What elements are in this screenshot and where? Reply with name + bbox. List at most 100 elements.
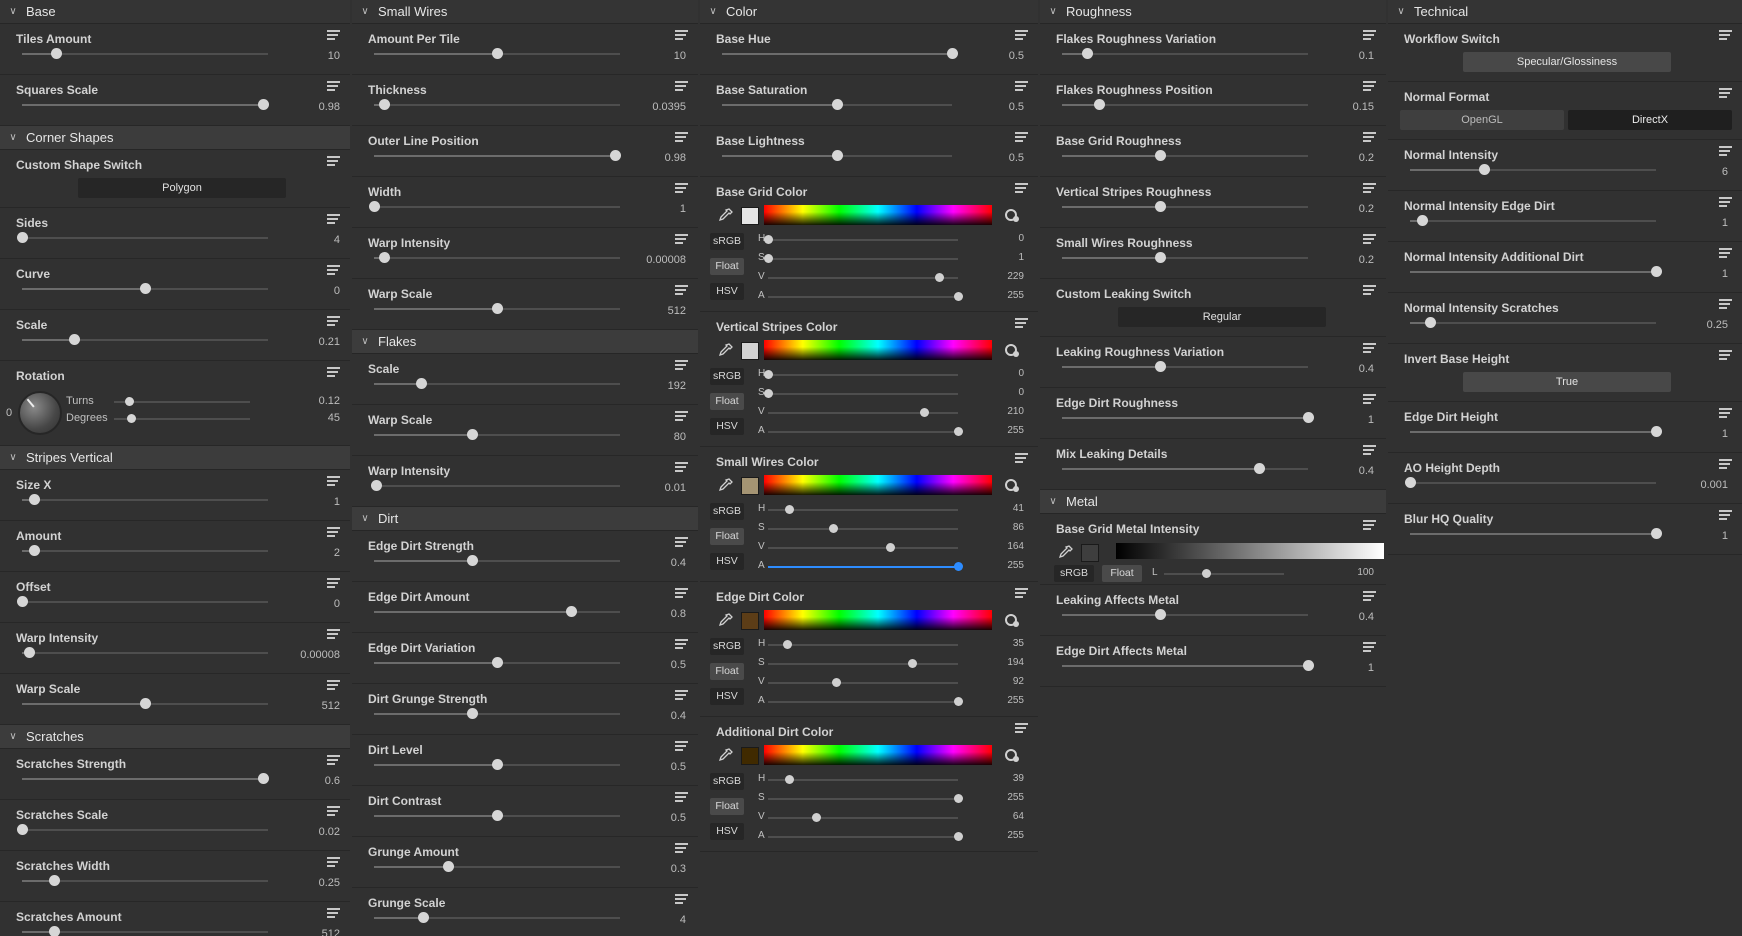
parameter-slider[interactable] bbox=[1405, 477, 1656, 488]
parameter-slider[interactable] bbox=[22, 698, 268, 709]
menu-icon[interactable] bbox=[1363, 520, 1376, 530]
menu-icon[interactable] bbox=[1363, 30, 1376, 40]
parameter-slider[interactable] bbox=[1062, 150, 1308, 161]
menu-icon[interactable] bbox=[675, 183, 688, 193]
chevron-down-icon[interactable]: ∨ bbox=[0, 6, 26, 17]
channel-l-slider[interactable] bbox=[1164, 569, 1284, 578]
section-header[interactable]: ∨ Color bbox=[700, 0, 1038, 24]
menu-icon[interactable] bbox=[327, 316, 340, 326]
slider-knob[interactable] bbox=[1651, 426, 1662, 437]
parameter-slider[interactable] bbox=[374, 429, 620, 440]
section-header[interactable]: ∨ Flakes bbox=[352, 330, 698, 354]
parameter-slider[interactable] bbox=[17, 824, 268, 835]
slider-knob[interactable] bbox=[565, 606, 577, 617]
mode-srgb-button[interactable]: sRGB bbox=[710, 638, 744, 655]
slider-knob[interactable] bbox=[378, 252, 390, 263]
slider-knob[interactable] bbox=[1093, 99, 1105, 110]
eyedropper-icon[interactable] bbox=[718, 342, 734, 358]
channel-h-slider[interactable] bbox=[768, 775, 958, 784]
channel-slider-knob[interactable] bbox=[783, 640, 792, 649]
chevron-down-icon[interactable]: ∨ bbox=[352, 336, 378, 347]
menu-icon[interactable] bbox=[1363, 285, 1376, 295]
section-header[interactable]: ∨ Scratches bbox=[0, 725, 350, 749]
section-header[interactable]: ∨ Stripes Vertical bbox=[0, 446, 350, 470]
parameter-slider[interactable] bbox=[1062, 252, 1308, 263]
menu-icon[interactable] bbox=[1015, 81, 1028, 91]
channel-s-slider[interactable] bbox=[768, 524, 958, 533]
menu-icon[interactable] bbox=[1719, 299, 1732, 309]
slider-knob[interactable] bbox=[1405, 477, 1416, 488]
color-swatch[interactable] bbox=[1081, 544, 1099, 562]
channel-slider-knob[interactable] bbox=[954, 832, 963, 841]
slider-knob[interactable] bbox=[68, 334, 80, 345]
channel-slider-knob[interactable] bbox=[954, 292, 963, 301]
menu-icon[interactable] bbox=[327, 755, 340, 765]
degrees-slider-knob[interactable] bbox=[126, 414, 136, 423]
channel-slider-knob[interactable] bbox=[811, 813, 821, 822]
channel-slider-knob[interactable] bbox=[784, 505, 794, 514]
menu-icon[interactable] bbox=[327, 857, 340, 867]
slider-knob[interactable] bbox=[51, 48, 63, 59]
slider-knob[interactable] bbox=[1303, 660, 1314, 671]
channel-slider-knob[interactable] bbox=[935, 273, 944, 282]
parameter-slider[interactable] bbox=[22, 99, 270, 110]
slider-knob[interactable] bbox=[1155, 361, 1167, 372]
reset-color-icon[interactable] bbox=[1004, 342, 1020, 358]
mode-float-button[interactable]: Float bbox=[710, 663, 744, 680]
menu-icon[interactable] bbox=[675, 843, 688, 853]
mode-hsv-button[interactable]: HSV bbox=[710, 553, 744, 570]
menu-icon[interactable] bbox=[1363, 394, 1376, 404]
slider-knob[interactable] bbox=[467, 429, 479, 440]
menu-icon[interactable] bbox=[675, 894, 688, 904]
menu-icon[interactable] bbox=[327, 578, 340, 588]
parameter-slider[interactable] bbox=[1062, 463, 1308, 474]
menu-icon[interactable] bbox=[327, 527, 340, 537]
channel-slider-knob[interactable] bbox=[1202, 569, 1211, 578]
slider-knob[interactable] bbox=[1417, 215, 1429, 226]
reset-color-icon[interactable] bbox=[1004, 612, 1020, 628]
menu-icon[interactable] bbox=[1363, 591, 1376, 601]
parameter-slider[interactable] bbox=[1062, 660, 1314, 671]
slider-knob[interactable] bbox=[140, 698, 151, 709]
slider-knob[interactable] bbox=[29, 545, 41, 556]
slider-knob[interactable] bbox=[48, 926, 60, 936]
channel-slider-knob[interactable] bbox=[764, 235, 773, 244]
parameter-slider[interactable] bbox=[22, 545, 268, 556]
chevron-down-icon[interactable]: ∨ bbox=[1388, 6, 1414, 17]
menu-icon[interactable] bbox=[1363, 642, 1376, 652]
parameter-slider[interactable] bbox=[1062, 361, 1308, 372]
channel-slider-knob[interactable] bbox=[828, 524, 838, 533]
channel-a-slider[interactable] bbox=[768, 562, 963, 571]
slider-knob[interactable] bbox=[1424, 317, 1436, 328]
mode-hsv-button[interactable]: HSV bbox=[710, 823, 744, 840]
menu-icon[interactable] bbox=[1363, 183, 1376, 193]
menu-icon[interactable] bbox=[675, 690, 688, 700]
menu-icon[interactable] bbox=[1719, 459, 1732, 469]
color-swatch[interactable] bbox=[741, 342, 759, 360]
channel-a-slider[interactable] bbox=[768, 427, 963, 436]
parameter-slider[interactable] bbox=[1410, 266, 1662, 277]
menu-icon[interactable] bbox=[327, 680, 340, 690]
parameter-slider[interactable] bbox=[1410, 426, 1662, 437]
slider-knob[interactable] bbox=[1303, 412, 1314, 423]
parameter-slider[interactable] bbox=[1062, 412, 1314, 423]
slider-knob[interactable] bbox=[492, 303, 503, 314]
slider-knob[interactable] bbox=[24, 647, 36, 658]
parameter-slider[interactable] bbox=[22, 926, 268, 936]
eyedropper-icon[interactable] bbox=[718, 747, 734, 763]
chevron-down-icon[interactable]: ∨ bbox=[352, 513, 378, 524]
channel-s-slider[interactable] bbox=[768, 659, 958, 668]
channel-v-slider[interactable] bbox=[768, 408, 958, 417]
color-spectrum[interactable] bbox=[764, 610, 992, 630]
mode-float-button[interactable]: Float bbox=[710, 393, 744, 410]
menu-icon[interactable] bbox=[327, 156, 340, 166]
parameter-slider[interactable] bbox=[1062, 48, 1308, 59]
menu-icon[interactable] bbox=[1015, 318, 1028, 328]
slider-knob[interactable] bbox=[17, 824, 28, 835]
menu-icon[interactable] bbox=[1015, 453, 1028, 463]
parameter-slider[interactable] bbox=[722, 48, 958, 59]
rotation-dial[interactable] bbox=[18, 391, 62, 435]
chevron-down-icon[interactable]: ∨ bbox=[0, 731, 26, 742]
menu-icon[interactable] bbox=[327, 265, 340, 275]
channel-s-slider[interactable] bbox=[764, 389, 958, 398]
